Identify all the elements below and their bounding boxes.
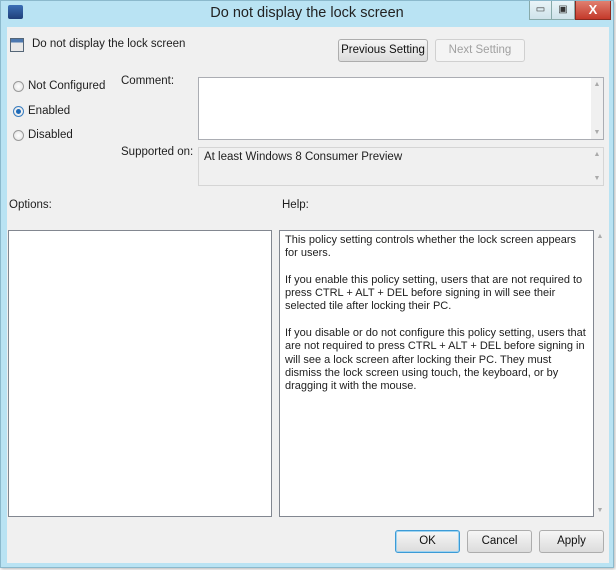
radio-label: Disabled — [28, 129, 73, 141]
radio-not-configured[interactable]: Not Configured — [13, 80, 105, 92]
dialog-window: Do not display the lock screen ▭ ▣ X Do … — [0, 0, 614, 568]
comment-textarea[interactable]: ▲ ▼ — [198, 77, 604, 140]
dialog-body: Do not display the lock screen Previous … — [7, 27, 609, 563]
radio-disabled[interactable]: Disabled — [13, 129, 73, 141]
policy-icon — [10, 38, 24, 52]
scroll-up-icon[interactable]: ▲ — [591, 81, 603, 88]
radio-label: Not Configured — [28, 80, 106, 92]
options-panel — [8, 230, 272, 517]
radio-enabled[interactable]: Enabled — [13, 105, 70, 117]
comment-scrollbar[interactable]: ▲ ▼ — [591, 78, 603, 139]
cancel-button[interactable]: Cancel — [467, 530, 532, 553]
scroll-down-icon[interactable]: ▼ — [591, 129, 603, 136]
radio-label: Enabled — [28, 105, 71, 117]
radio-circle[interactable] — [13, 80, 24, 92]
scroll-down-icon[interactable]: ▼ — [591, 175, 603, 182]
options-label: Options: — [9, 199, 52, 211]
supported-on-label: Supported on: — [121, 146, 194, 158]
policy-name: Do not display the lock screen — [32, 38, 186, 50]
supported-on-value: At least Windows 8 Consumer Preview — [204, 151, 403, 163]
apply-button[interactable]: Apply — [539, 530, 604, 553]
ok-button[interactable]: OK — [395, 530, 460, 553]
radio-circle[interactable] — [13, 129, 24, 141]
radio-circle[interactable] — [13, 105, 24, 117]
supported-on-field: At least Windows 8 Consumer Preview ▲ ▼ — [198, 147, 604, 186]
help-scrollbar[interactable]: ▲ ▼ — [594, 230, 606, 517]
next-setting-button[interactable]: Next Setting — [435, 39, 525, 62]
close-button[interactable]: X — [575, 1, 611, 20]
minimize-button[interactable]: ▭ — [529, 1, 552, 20]
help-text: This policy setting controls whether the… — [279, 230, 594, 517]
maximize-button[interactable]: ▣ — [551, 1, 575, 20]
supported-scrollbar[interactable]: ▲ ▼ — [591, 148, 603, 185]
previous-setting-button[interactable]: Previous Setting — [338, 39, 428, 62]
scroll-down-icon[interactable]: ▼ — [594, 507, 606, 514]
scroll-up-icon[interactable]: ▲ — [594, 233, 606, 240]
comment-label: Comment: — [121, 75, 175, 87]
window-title: Do not display the lock screen — [210, 5, 404, 21]
scroll-up-icon[interactable]: ▲ — [591, 151, 603, 158]
help-label: Help: — [282, 199, 309, 211]
